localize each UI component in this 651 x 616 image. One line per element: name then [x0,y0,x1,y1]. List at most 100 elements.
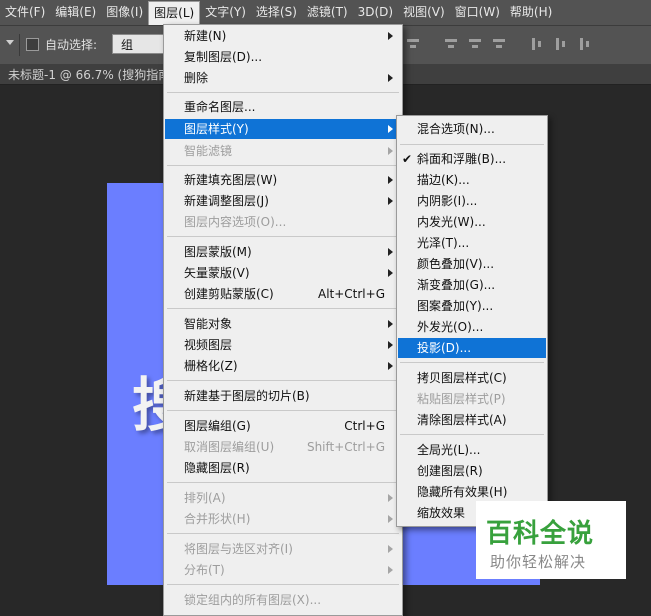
menu-divider [167,533,399,534]
menu-item-layer-mask[interactable]: 图层蒙版(M) [165,242,401,262]
submenu-arrow-icon [388,566,393,574]
tool-preset-dropdown-icon[interactable] [6,40,14,45]
auto-select-label: 自动选择: [45,38,98,52]
menu-item-lock-all-layers-in-group[interactable]: 锁定组内的所有图层(X)... [165,590,401,610]
menu-3d[interactable]: 3D(D) [353,0,398,25]
menu-item-duplicate-layer[interactable]: 复制图层(D)... [165,47,401,67]
submenu-arrow-icon [388,248,393,256]
menu-item-ungroup-layers[interactable]: 取消图层编组(U) Shift+Ctrl+G [165,437,401,457]
submenu-arrow-icon [388,362,393,370]
menu-item-new-adjustment-layer[interactable]: 新建调整图层(J) [165,191,401,211]
submenu-arrow-icon [388,125,393,133]
menu-item-paste-layer-style[interactable]: 粘贴图层样式(P) [398,389,546,409]
menu-item-inner-glow[interactable]: 内发光(W)... [398,212,546,232]
menu-item-smart-object[interactable]: 智能对象 [165,314,401,334]
submenu-arrow-icon [388,545,393,553]
submenu-arrow-icon [388,341,393,349]
submenu-arrow-icon [388,176,393,184]
submenu-arrow-icon [388,494,393,502]
menu-item-blending-options[interactable]: 混合选项(N)... [398,119,546,139]
menu-select[interactable]: 选择(S) [251,0,302,25]
layer-style-submenu: 混合选项(N)... ✔ 斜面和浮雕(B)... 描边(K)... 内阴影(I).… [396,115,548,527]
submenu-arrow-icon [388,269,393,277]
menu-item-create-clipping-mask[interactable]: 创建剪贴蒙版(C) Alt+Ctrl+G [165,284,401,304]
divider [19,34,20,56]
submenu-arrow-icon [388,320,393,328]
align-toolbar [405,36,593,52]
menu-item-rename-layer[interactable]: 重命名图层... [165,97,401,117]
menu-edit[interactable]: 编辑(E) [50,0,101,25]
menu-item-satin[interactable]: 光泽(T)... [398,233,546,253]
auto-select-dropdown[interactable]: 组 [112,34,164,54]
menu-divider [400,144,544,145]
distribute-hcenter-icon[interactable] [553,36,569,52]
menu-item-color-overlay[interactable]: 颜色叠加(V)... [398,254,546,274]
watermark-title: 百科全说 [486,519,595,549]
menu-item-video-layer[interactable]: 视频图层 [165,335,401,355]
menu-file[interactable]: 文件(F) [0,0,50,25]
menu-item-copy-layer-style[interactable]: 拷贝图层样式(C) [398,368,546,388]
menu-item-distribute[interactable]: 分布(T) [165,560,401,580]
menu-divider [167,584,399,585]
menu-item-clear-layer-style[interactable]: 清除图层样式(A) [398,410,546,430]
menu-filter[interactable]: 滤镜(T) [302,0,353,25]
document-title: 未标题-1 @ 66.7% (搜狗指南 [8,68,171,82]
menu-item-pattern-overlay[interactable]: 图案叠加(Y)... [398,296,546,316]
menu-item-hide-all-effects[interactable]: 隐藏所有效果(H) [398,482,546,502]
menu-item-layer-content-options[interactable]: 图层内容选项(O)... [165,212,401,232]
menu-divider [167,236,399,237]
auto-select-checkbox[interactable] [26,38,39,51]
menu-item-new-fill-layer[interactable]: 新建填充图层(W) [165,170,401,190]
menu-window[interactable]: 窗口(W) [450,0,505,25]
menu-item-layer-style[interactable]: 图层样式(Y) [165,119,401,139]
menu-item-bevel-emboss[interactable]: ✔ 斜面和浮雕(B)... [398,149,546,169]
menu-item-rasterize[interactable]: 栅格化(Z) [165,356,401,376]
menu-item-gradient-overlay[interactable]: 渐变叠加(G)... [398,275,546,295]
menu-divider [167,380,399,381]
menu-divider [167,308,399,309]
submenu-arrow-icon [388,147,393,155]
menu-item-vector-mask[interactable]: 矢量蒙版(V) [165,263,401,283]
menu-item-drop-shadow[interactable]: 投影(D)... [398,338,546,358]
watermark-logo: 百科全说 助你轻松解决 [476,501,626,579]
menu-item-inner-shadow[interactable]: 内阴影(I)... [398,191,546,211]
submenu-arrow-icon [388,74,393,82]
checkmark-icon: ✔ [402,152,413,166]
menu-item-align-to-selection[interactable]: 将图层与选区对齐(I) [165,539,401,559]
menu-item-new[interactable]: 新建(N) [165,26,401,46]
menu-item-smart-filter[interactable]: 智能滤镜 [165,141,401,161]
menu-image[interactable]: 图像(I) [101,0,148,25]
menu-divider [400,362,544,363]
menu-type[interactable]: 文字(Y) [200,0,251,25]
menu-divider [400,434,544,435]
layer-dropdown-menu: 新建(N) 复制图层(D)... 删除 重命名图层... 图层样式(Y) 智能滤… [163,24,403,616]
menu-divider [167,92,399,93]
menu-item-outer-glow[interactable]: 外发光(O)... [398,317,546,337]
menu-item-global-light[interactable]: 全局光(L)... [398,440,546,460]
menu-divider [167,482,399,483]
menubar: 文件(F) 编辑(E) 图像(I) 图层(L) 文字(Y) 选择(S) 滤镜(T… [0,0,651,26]
menu-item-delete[interactable]: 删除 [165,68,401,88]
menu-divider [167,410,399,411]
menu-item-combine-shapes[interactable]: 合并形状(H) [165,509,401,529]
align-top-icon[interactable] [405,36,421,52]
menu-item-stroke[interactable]: 描边(K)... [398,170,546,190]
distribute-bottom-icon[interactable] [491,36,507,52]
menu-layer[interactable]: 图层(L) [148,0,201,26]
submenu-arrow-icon [388,32,393,40]
menu-divider [167,165,399,166]
menu-help[interactable]: 帮助(H) [505,0,557,25]
watermark-subtitle: 助你轻松解决 [490,553,587,571]
submenu-arrow-icon [388,197,393,205]
menu-item-hide-layers[interactable]: 隐藏图层(R) [165,458,401,478]
distribute-right-icon[interactable] [577,36,593,52]
distribute-top-icon[interactable] [443,36,459,52]
menu-item-group-layers[interactable]: 图层编组(G) Ctrl+G [165,416,401,436]
menu-item-arrange[interactable]: 排列(A) [165,488,401,508]
menu-view[interactable]: 视图(V) [398,0,450,25]
submenu-arrow-icon [388,515,393,523]
distribute-left-icon[interactable] [529,36,545,52]
distribute-vcenter-icon[interactable] [467,36,483,52]
menu-item-create-layer[interactable]: 创建图层(R) [398,461,546,481]
menu-item-new-layer-based-slice[interactable]: 新建基于图层的切片(B) [165,386,401,406]
